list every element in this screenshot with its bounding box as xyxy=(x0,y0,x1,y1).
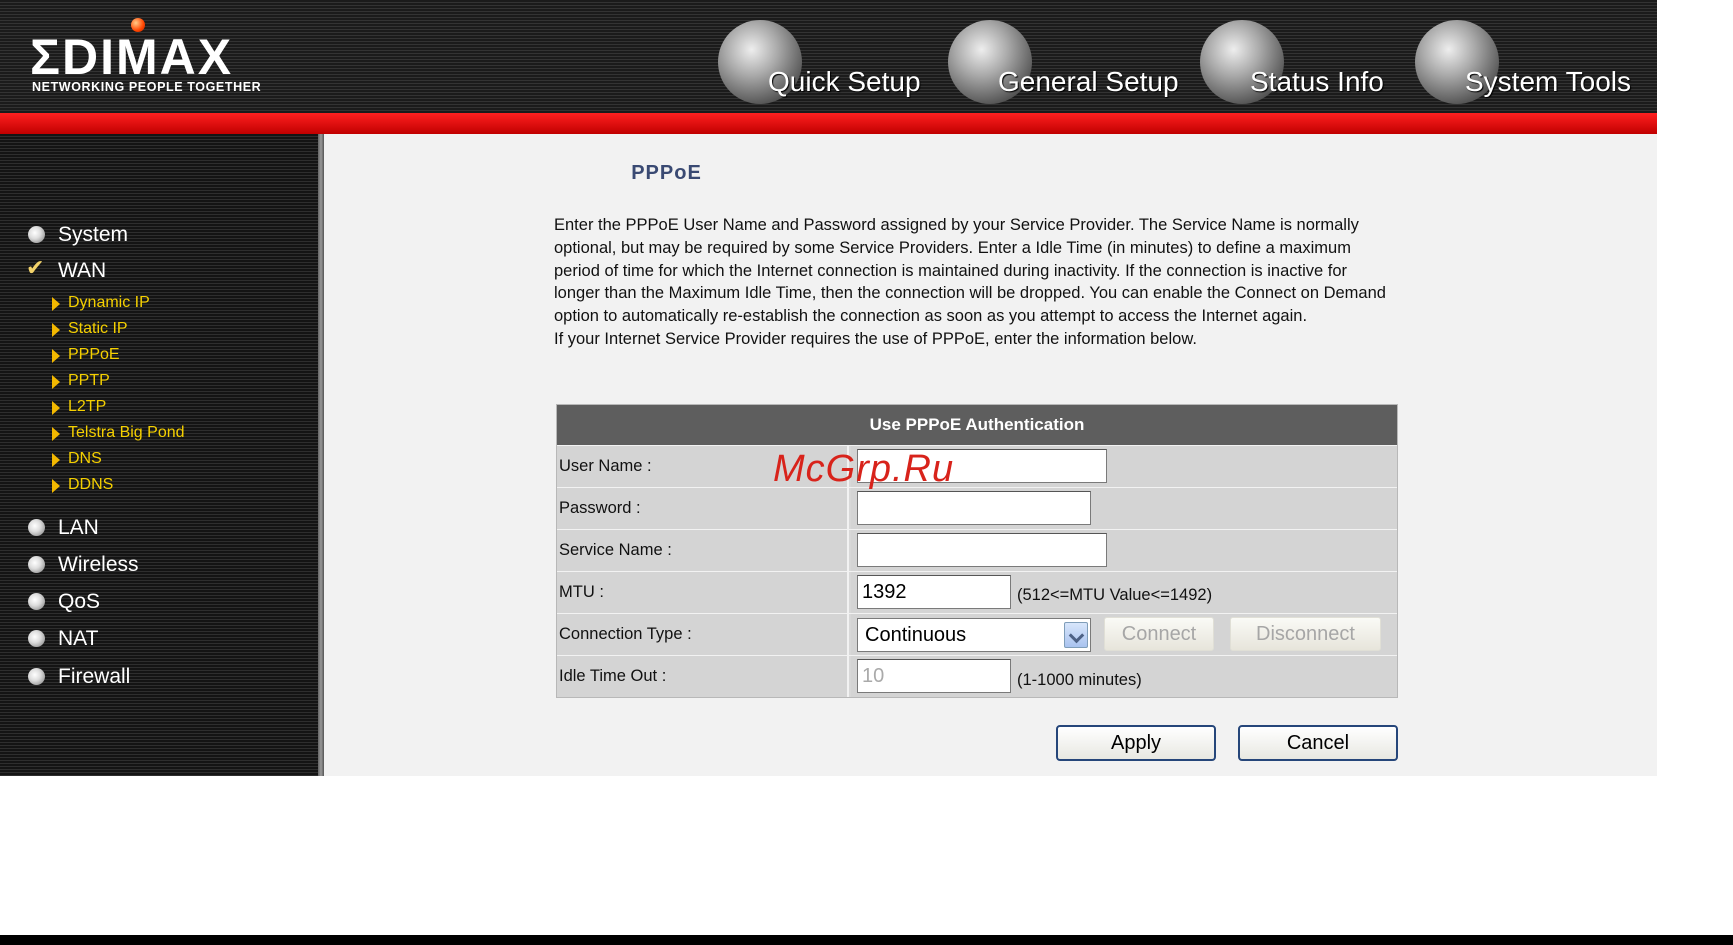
radio-bullet-icon xyxy=(28,630,45,647)
description-text-2: If your Internet Service Provider requir… xyxy=(554,329,1197,348)
nav-general-setup[interactable]: General Setup xyxy=(948,18,1198,108)
sidebar xyxy=(0,134,322,776)
arrow-right-icon xyxy=(52,297,60,311)
sidebar-sub-label: PPTP xyxy=(68,372,110,389)
nav-label: System Tools xyxy=(1465,66,1631,97)
idle-time-hint: (1-1000 minutes) xyxy=(1017,671,1142,689)
logo-tagline: NETWORKING PEOPLE TOGETHER xyxy=(32,80,262,94)
sidebar-item-label: Wireless xyxy=(58,553,139,576)
radio-bullet-icon xyxy=(28,668,45,685)
connect-button[interactable]: Connect xyxy=(1104,617,1214,651)
nav-label: Quick Setup xyxy=(768,66,921,97)
connection-type-value: Continuous xyxy=(865,624,967,646)
field-cell xyxy=(851,530,1397,571)
radio-bullet-icon xyxy=(28,226,45,243)
sidebar-sub-label: Dynamic IP xyxy=(68,294,150,311)
form-header: Use PPPoE Authentication xyxy=(557,405,1397,445)
row-user-name: User Name : xyxy=(557,445,1397,487)
disconnect-button[interactable]: Disconnect xyxy=(1230,617,1381,651)
header-red-stripe xyxy=(0,113,1657,134)
nav-label: General Setup xyxy=(998,66,1179,97)
service-name-label: Service Name : xyxy=(557,530,849,571)
sidebar-item-label: NAT xyxy=(58,627,99,650)
page: ΣDIMAX NETWORKING PEOPLE TOGETHER Quick … xyxy=(0,0,1733,945)
watermark: McGrp.Ru xyxy=(773,448,955,490)
password-label: Password : xyxy=(557,488,849,529)
sidebar-sub-label: Telstra Big Pond xyxy=(68,424,185,441)
nav-quick-setup[interactable]: Quick Setup xyxy=(718,18,948,108)
checkmark-icon: ✔ xyxy=(26,255,45,280)
arrow-right-icon xyxy=(52,349,60,363)
sidebar-sub-label: L2TP xyxy=(68,398,107,415)
page-title: PPPoE xyxy=(631,162,702,184)
cancel-button[interactable]: Cancel xyxy=(1238,725,1398,761)
sidebar-sub-label: PPPoE xyxy=(68,346,120,363)
arrow-right-icon xyxy=(52,401,60,415)
pppoe-form-table: Use PPPoE Authentication User Name : Pas… xyxy=(556,404,1398,698)
sidebar-sub-label: DDNS xyxy=(68,476,114,493)
password-input[interactable] xyxy=(857,491,1091,525)
sidebar-sub-label: Static IP xyxy=(68,320,128,337)
arrow-right-icon xyxy=(52,375,60,389)
arrow-right-icon xyxy=(52,453,60,467)
mtu-label: MTU : xyxy=(557,572,849,613)
row-idle-time-out: Idle Time Out : 10 (1-1000 minutes) xyxy=(557,655,1397,697)
connection-type-select[interactable]: Continuous xyxy=(857,618,1091,652)
row-service-name: Service Name : xyxy=(557,529,1397,571)
row-mtu: MTU : 1392 (512<=MTU Value<=1492) xyxy=(557,571,1397,613)
idle-time-out-label: Idle Time Out : xyxy=(557,656,849,697)
radio-bullet-icon xyxy=(28,519,45,536)
description-text: Enter the PPPoE User Name and Password a… xyxy=(554,216,1386,326)
sidebar-item-label: WAN xyxy=(58,259,107,282)
logo-wordmark: ΣDIMAX xyxy=(30,29,234,85)
field-cell: Continuous Connect Disconnect xyxy=(851,614,1397,655)
service-name-input[interactable] xyxy=(857,533,1107,567)
chevron-down-icon[interactable] xyxy=(1064,622,1088,648)
row-connection-type: Connection Type : Continuous Connect Dis… xyxy=(557,613,1397,655)
edimax-logo: ΣDIMAX NETWORKING PEOPLE TOGETHER xyxy=(30,18,300,98)
page-description: Enter the PPPoE User Name and Password a… xyxy=(554,214,1394,351)
nav-system-tools[interactable]: System Tools xyxy=(1415,18,1655,108)
radio-bullet-icon xyxy=(28,556,45,573)
sidebar-item-label: QoS xyxy=(58,590,101,613)
field-cell xyxy=(851,488,1397,529)
mtu-input[interactable]: 1392 xyxy=(857,575,1011,609)
logo-dot-icon xyxy=(131,18,145,32)
nav-label: Status Info xyxy=(1250,66,1384,97)
bottom-border xyxy=(0,935,1733,945)
mtu-hint: (512<=MTU Value<=1492) xyxy=(1017,586,1213,604)
idle-time-out-input[interactable]: 10 xyxy=(857,659,1011,693)
sidebar-item-label: System xyxy=(58,223,129,246)
radio-bullet-icon xyxy=(28,593,45,610)
sidebar-item-label: Firewall xyxy=(58,665,131,688)
arrow-right-icon xyxy=(52,323,60,337)
nav-status-info[interactable]: Status Info xyxy=(1200,18,1410,108)
connection-type-label: Connection Type : xyxy=(557,614,849,655)
apply-button[interactable]: Apply xyxy=(1056,725,1216,761)
arrow-right-icon xyxy=(52,479,60,493)
sidebar-sub-label: DNS xyxy=(68,450,102,467)
field-cell: 1392 (512<=MTU Value<=1492) xyxy=(851,572,1397,613)
row-password: Password : xyxy=(557,487,1397,529)
field-cell: 10 (1-1000 minutes) xyxy=(851,656,1397,697)
arrow-right-icon xyxy=(52,427,60,441)
sidebar-item-label: LAN xyxy=(58,516,99,539)
